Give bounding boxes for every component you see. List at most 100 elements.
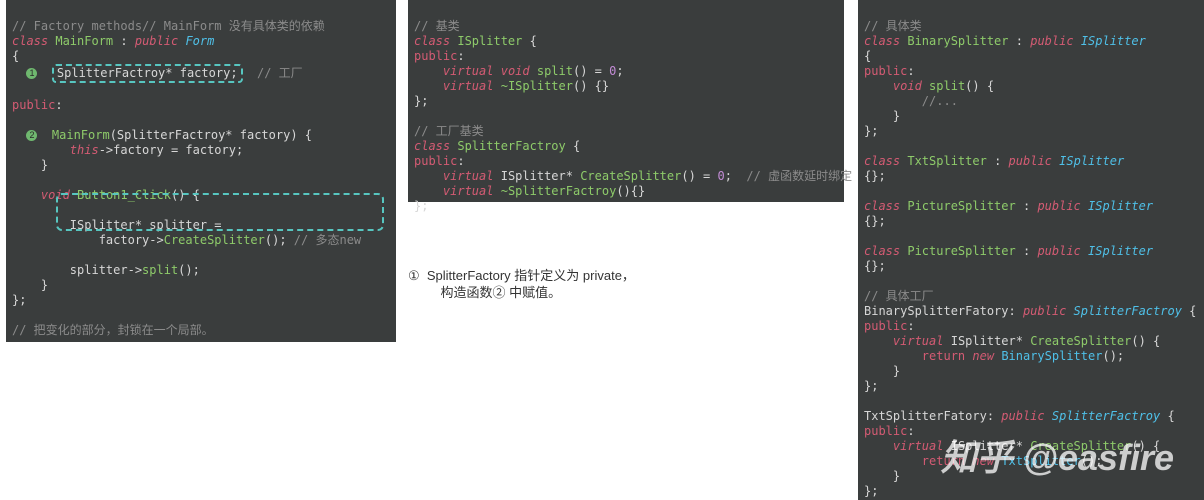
- type: ISplitter: [1059, 154, 1124, 168]
- kw-public: public: [414, 154, 457, 168]
- kw-class: class: [864, 34, 900, 48]
- parens: () {: [1131, 439, 1160, 453]
- brace: {: [1167, 409, 1174, 423]
- brace: {: [573, 139, 580, 153]
- brace: {: [864, 49, 871, 63]
- comment: // 虚函数延时绑定: [746, 169, 852, 183]
- kw-public: public: [414, 49, 457, 63]
- kw-public: public: [1037, 199, 1080, 213]
- dtor: ~SplitterFactroy: [501, 184, 617, 198]
- brace: };: [864, 379, 878, 393]
- type: SplitterFactroy: [1074, 304, 1182, 318]
- parens: ();: [178, 263, 200, 277]
- type: ISplitter*: [501, 169, 573, 183]
- fn: CreateSplitter: [1030, 439, 1131, 453]
- kw-void: void: [893, 79, 922, 93]
- brace: }: [864, 364, 900, 378]
- kw-class: class: [864, 199, 900, 213]
- type: Form: [185, 34, 214, 48]
- kw-public: public: [135, 34, 178, 48]
- kw-public: public: [1037, 244, 1080, 258]
- ctor: MainForm: [52, 128, 110, 142]
- colon: :: [907, 319, 914, 333]
- type: PictureSplitter: [907, 244, 1015, 258]
- kw-public: public: [12, 98, 55, 112]
- dtor: ~ISplitter: [501, 79, 573, 93]
- brace: }: [12, 278, 48, 292]
- kw-new: new: [972, 454, 994, 468]
- kw-virtual: virtual: [893, 334, 944, 348]
- brace: };: [864, 124, 878, 138]
- comment: // 工厂: [257, 66, 303, 80]
- ident: factory: [180, 66, 231, 80]
- caption-line1: ① SplitterFactory 指针定义为 private，: [408, 268, 635, 283]
- brace: }: [864, 469, 900, 483]
- colon: :: [1023, 199, 1030, 213]
- type: TxtSplitterFatory:: [864, 409, 994, 423]
- kw-public: public: [864, 424, 907, 438]
- type: ISplitter: [1081, 34, 1146, 48]
- call: CreateSplitter: [164, 233, 265, 247]
- semi: ;: [725, 169, 732, 183]
- stmt: factory->: [70, 233, 164, 247]
- code-pane-left: // Factory methods// MainForm 没有具体类的依赖 c…: [6, 0, 396, 342]
- kw-class: class: [414, 34, 450, 48]
- semicolon: ;: [230, 66, 237, 80]
- kw-class: class: [414, 139, 450, 153]
- brace: };: [12, 293, 26, 307]
- comment: // 把变化的部分，封锁在一个局部。: [12, 323, 214, 337]
- badge-1: 1: [26, 68, 37, 79]
- kw-public: public: [864, 64, 907, 78]
- colon: :: [994, 154, 1001, 168]
- fn: split: [929, 79, 965, 93]
- parens: () {: [1131, 334, 1160, 348]
- type: TxtSplitter: [907, 154, 986, 168]
- kw-return: return: [922, 454, 965, 468]
- type: BinarySplitter: [1001, 349, 1102, 363]
- brace: {: [1189, 304, 1196, 318]
- type: SplitterFactroy: [1052, 409, 1160, 423]
- comment: // 多态new: [294, 233, 361, 247]
- comment: // 具体类: [864, 19, 922, 33]
- type: BinarySplitter: [907, 34, 1008, 48]
- kw-public: public: [1009, 154, 1052, 168]
- colon: :: [55, 98, 62, 112]
- highlight-box-splitter: [56, 193, 384, 231]
- params: (SplitterFactroy* factory) {: [110, 128, 312, 142]
- brace: {};: [864, 259, 886, 273]
- type: ISplitter: [457, 34, 522, 48]
- parens: ();: [1081, 454, 1103, 468]
- colon: :: [457, 49, 464, 63]
- fn: CreateSplitter: [580, 169, 681, 183]
- type: ISplitter*: [951, 334, 1023, 348]
- type: ISplitter: [1088, 199, 1153, 213]
- kw-return: return: [922, 349, 965, 363]
- comment: // Factory methods// MainForm 没有具体类的依赖: [12, 19, 325, 33]
- kw-public: public: [1001, 409, 1044, 423]
- colon: :: [907, 424, 914, 438]
- fn: split: [537, 64, 573, 78]
- fn: CreateSplitter: [1030, 334, 1131, 348]
- kw-public: public: [1023, 304, 1066, 318]
- caption-line2: 构造函数② 中赋值。: [408, 285, 561, 300]
- comment: // 基类: [414, 19, 460, 33]
- decl: SplitterFactroy*: [57, 66, 180, 80]
- brace: };: [414, 199, 428, 213]
- kw-this: this: [70, 143, 99, 157]
- comment: //...: [864, 94, 958, 108]
- comment: // 具体工厂: [864, 289, 934, 303]
- brace: {};: [864, 169, 886, 183]
- brace: {};: [864, 214, 886, 228]
- colon: :: [1016, 34, 1023, 48]
- brace: };: [864, 484, 878, 498]
- parens: () {}: [573, 79, 609, 93]
- type: SplitterFactroy: [457, 139, 565, 153]
- highlight-factory-decl: SplitterFactroy* factory;: [52, 64, 243, 83]
- kw-class: class: [12, 34, 48, 48]
- caption: ① SplitterFactory 指针定义为 private， 构造函数② 中…: [408, 252, 635, 301]
- txt: () =: [681, 169, 717, 183]
- kw-new: new: [972, 349, 994, 363]
- semi: ;: [616, 64, 623, 78]
- type: ISplitter*: [951, 439, 1023, 453]
- brace: };: [414, 94, 428, 108]
